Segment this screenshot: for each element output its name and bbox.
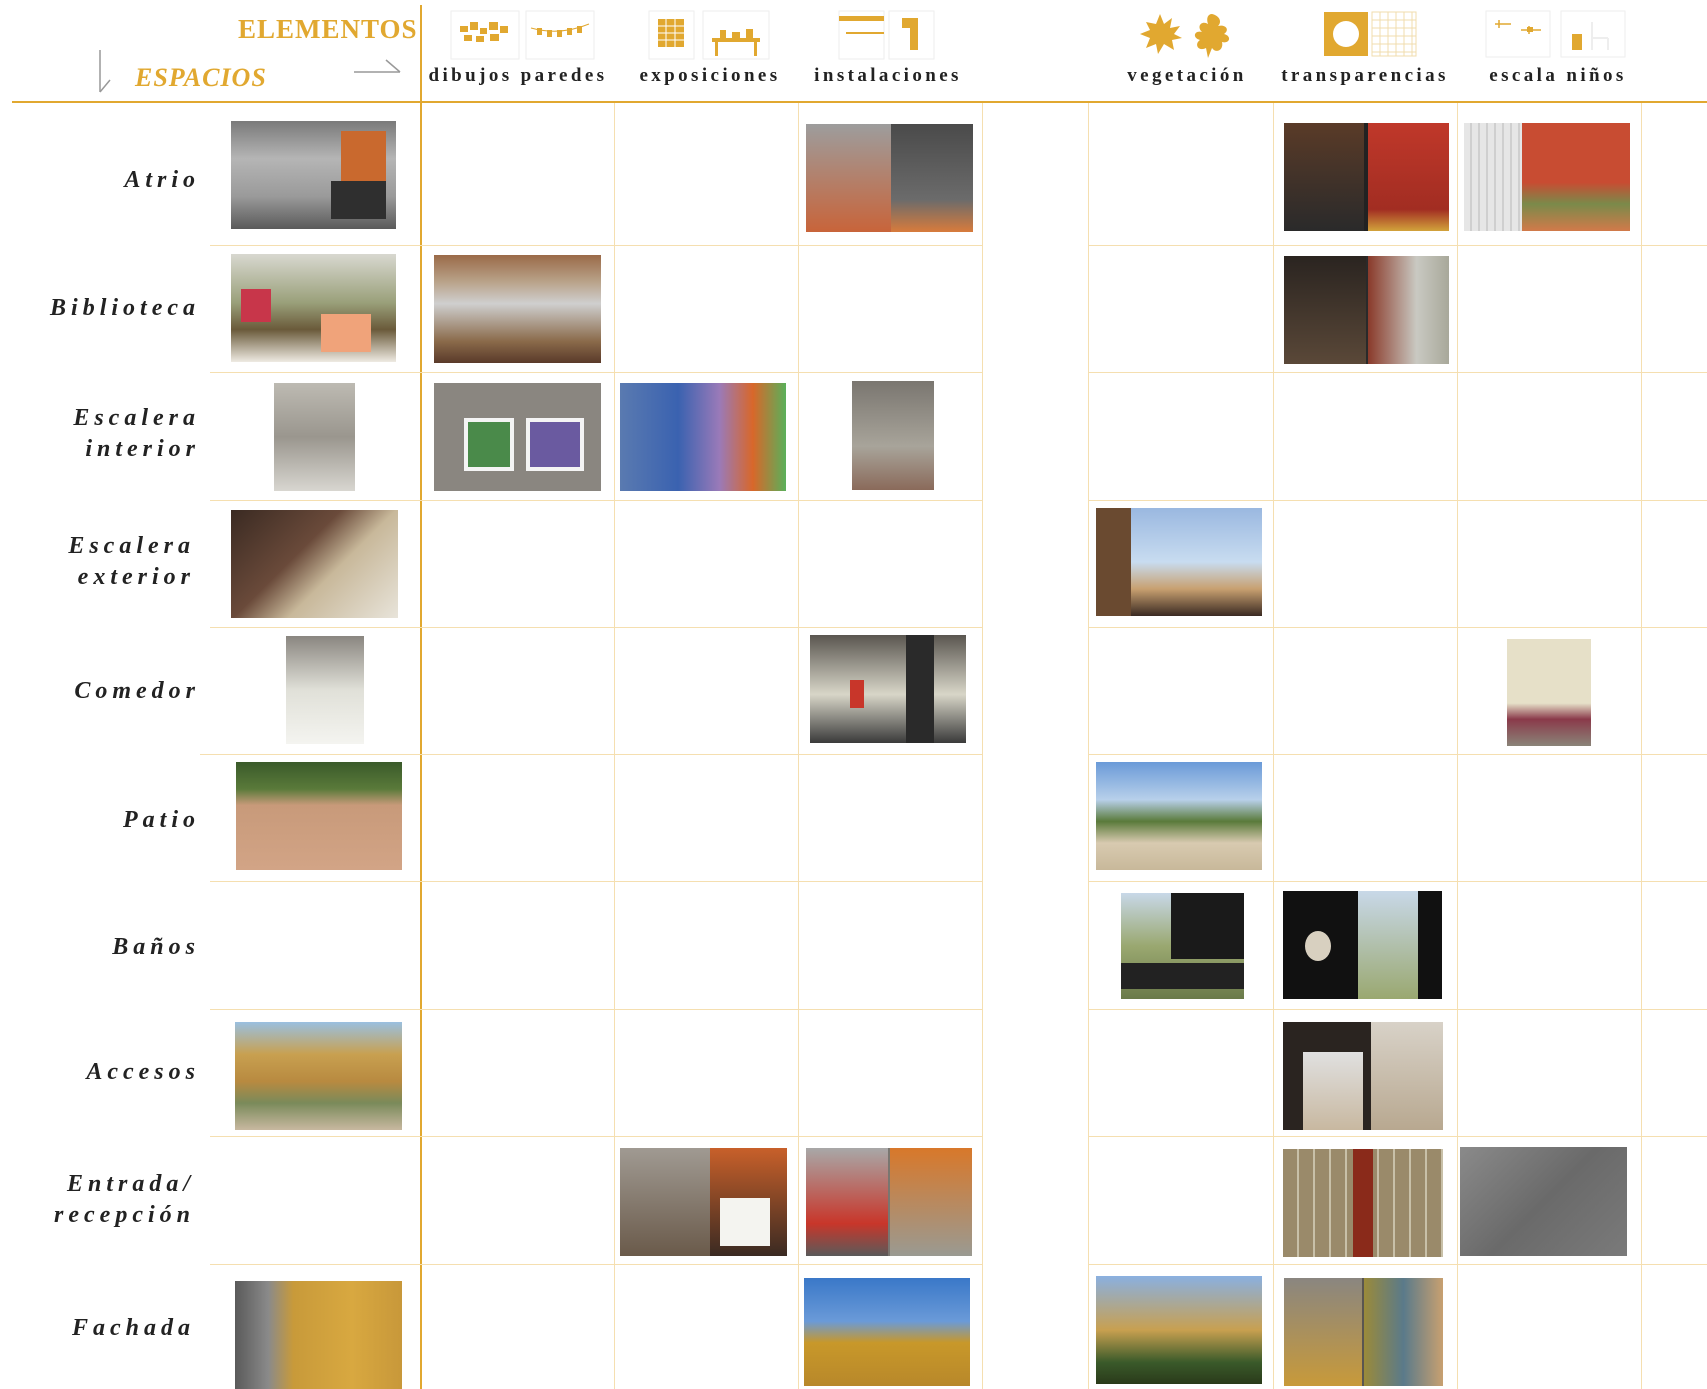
grid-line-h	[210, 881, 982, 882]
dining-coat-hooks-photo	[1507, 639, 1591, 746]
grid-line-v	[1088, 103, 1089, 1389]
grid-line-h	[1088, 627, 1707, 628]
child-chair-icon	[1560, 10, 1630, 60]
arrow-down-icon	[99, 50, 111, 93]
grid-line-h	[1088, 1009, 1707, 1010]
hanging-drawings-icon	[525, 10, 595, 60]
patio-court-photo	[236, 762, 402, 870]
dining-photo	[286, 636, 364, 744]
column-header-instalaciones: instalaciones	[814, 65, 962, 86]
library-drawings-photo	[434, 255, 601, 363]
bathroom-view-photo	[1121, 893, 1244, 999]
bathroom-window-photo	[1283, 891, 1442, 999]
row-label-accesos: Accesos	[86, 1059, 200, 1085]
grid-line-h	[1088, 881, 1707, 882]
atrium-installations-photo	[806, 124, 973, 232]
row-label-biblioteca: Biblioteca	[50, 295, 200, 321]
exhibition-table-icon	[702, 10, 772, 60]
facade-glass-photo	[1284, 1278, 1443, 1386]
reception-floor-sign-photo	[1460, 1147, 1627, 1256]
row-label-escalera-interior: Escalera interior	[73, 405, 200, 462]
header-divider	[12, 101, 1707, 103]
grid-line-h	[1088, 1136, 1707, 1137]
grid-line-v	[798, 103, 799, 1389]
column-header-exposiciones: exposiciones	[639, 65, 781, 86]
dining-installations-photo	[810, 635, 966, 743]
child-scale-shelf-icon	[1485, 10, 1555, 60]
atrium-round-windows-photo	[1284, 123, 1449, 231]
glass-block-icon	[1370, 10, 1440, 60]
exterior-stair-photo	[231, 510, 398, 618]
row-label-atrio: Atrio	[124, 167, 200, 193]
facade-vegetation-photo	[1096, 1276, 1262, 1384]
grid-line-v	[982, 103, 983, 1389]
reception-glass-photo	[1283, 1149, 1443, 1257]
grid-line-h	[210, 1009, 982, 1010]
grid-line-h	[210, 372, 982, 373]
arrow-right-icon	[354, 59, 401, 73]
patio-trees-photo	[1096, 762, 1262, 870]
grid-line-v	[1273, 103, 1274, 1389]
row-label-patio: Patio	[123, 807, 200, 833]
atrium-photo	[231, 121, 396, 229]
grid-line-h	[210, 627, 982, 628]
grid-line-h	[210, 1136, 982, 1137]
column-header-transparencias: transparencias	[1281, 65, 1449, 86]
grid-line-h	[210, 1264, 982, 1265]
column-header-dibujos-paredes: dibujos paredes	[428, 65, 608, 86]
oak-leaf-icon	[1188, 10, 1258, 60]
facade-vents-photo	[804, 1278, 970, 1386]
interior-stair-photo	[274, 383, 355, 491]
grid-line-h	[1088, 754, 1707, 755]
facade-photo	[235, 1281, 402, 1389]
library-glass-photo	[1284, 256, 1449, 364]
grid-line-h	[1088, 500, 1707, 501]
grid-line-h	[210, 245, 982, 246]
grid-line-h	[1088, 372, 1707, 373]
grid-line-v	[614, 103, 615, 1389]
grid-line-h	[200, 754, 982, 755]
row-label-escalera-exterior: Escalera exterior	[68, 533, 195, 590]
grid-line-v	[1457, 103, 1458, 1389]
header-elementos: ELEMENTOS	[238, 14, 418, 44]
row-label-banos: Baños	[112, 934, 200, 960]
grid-line-h	[210, 500, 982, 501]
reception-exhibition-photo	[620, 1148, 787, 1256]
stair-drawings-photo	[434, 383, 601, 491]
column-header-vegetacion: vegetación	[1127, 65, 1247, 86]
exterior-stair-view-photo	[1096, 508, 1262, 616]
row-label-entrada-recepcion: Entrada/recepción	[54, 1171, 195, 1228]
row-label-comedor: Comedor	[74, 678, 200, 704]
label-divider	[420, 5, 422, 1389]
grid-line-v	[1641, 103, 1642, 1389]
wall-drawings-icon	[450, 10, 520, 60]
wall-duct-icon	[888, 10, 958, 60]
atrium-child-scale-photo	[1464, 123, 1630, 231]
access-glass-photo	[1283, 1022, 1443, 1130]
access-photo	[235, 1022, 402, 1130]
library-photo	[231, 254, 396, 362]
row-label-fachada: Fachada	[71, 1315, 195, 1341]
grid-line-h	[1088, 1264, 1707, 1265]
header-espacios: ESPACIOS	[135, 63, 267, 92]
stair-exhibition-photo	[620, 383, 786, 491]
reception-installations-photo	[806, 1148, 972, 1256]
column-header-escala-ninos: escala niños	[1489, 65, 1627, 86]
grid-line-h	[1088, 245, 1707, 246]
stair-installations-photo	[852, 381, 934, 490]
